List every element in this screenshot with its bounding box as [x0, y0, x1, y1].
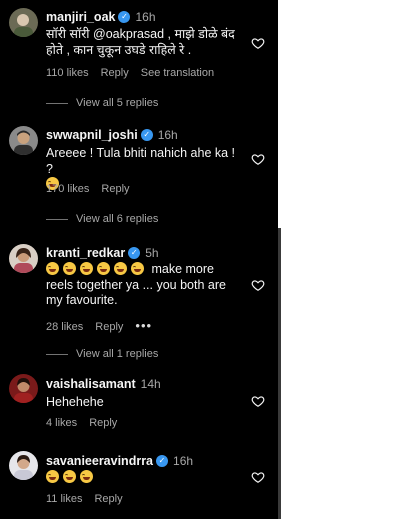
comment-text: [46, 470, 242, 486]
view-replies-label: View all 1 replies: [76, 348, 159, 360]
see-translation-button[interactable]: See translation: [141, 67, 214, 79]
verified-badge-icon: ✓: [118, 10, 131, 23]
grinning-squinting-face-emoji: [63, 470, 76, 484]
comment-text-part: make more: [151, 262, 215, 276]
comment-meta: 110 likes Reply See translation: [46, 67, 226, 79]
grinning-squinting-face-emoji: [80, 262, 93, 276]
replies-divider: [46, 218, 68, 220]
view-replies-button[interactable]: View all 1 replies: [46, 348, 158, 360]
username[interactable]: savanieeravindrra: [46, 454, 153, 468]
avatar[interactable]: [9, 244, 38, 273]
comment-text-line: Hehehehe: [46, 395, 104, 409]
comment-meta: 11 likes Reply: [46, 493, 135, 505]
username[interactable]: swwapnil_joshi: [46, 128, 138, 142]
comment-header: manjiri_oak ✓ 16h: [46, 10, 156, 24]
reply-button[interactable]: Reply: [89, 417, 117, 429]
reply-button[interactable]: Reply: [101, 183, 129, 195]
grinning-squinting-face-emoji: [46, 470, 59, 484]
verified-badge-icon: ✓: [128, 246, 141, 259]
comment-header: kranti_redkar ✓ 5h: [46, 246, 159, 260]
view-replies-label: View all 5 replies: [76, 97, 159, 109]
comment-meta: 4 likes Reply: [46, 417, 129, 429]
comment-text: Hehehehe: [46, 395, 242, 411]
comment-text-line: make more: [46, 262, 242, 278]
timestamp[interactable]: 16h: [158, 128, 178, 142]
like-count[interactable]: 170 likes: [46, 183, 89, 195]
grinning-squinting-face-emoji: [80, 470, 93, 484]
view-replies-button[interactable]: View all 5 replies: [46, 97, 158, 109]
emoji-row: [46, 470, 242, 486]
timestamp[interactable]: 16h: [135, 10, 155, 24]
comment-text-line: my favourite.: [46, 293, 118, 307]
comment-text-line: सॉरी सॉरी @oakprasad , माझे डोळे बंद: [46, 27, 235, 41]
timestamp[interactable]: 5h: [145, 246, 158, 260]
comment-text: सॉरी सॉरी @oakprasad , माझे डोळे बंद होत…: [46, 27, 242, 58]
heart-outline-icon[interactable]: [251, 470, 265, 484]
scrollbar[interactable]: [278, 228, 281, 519]
view-replies-button[interactable]: View all 6 replies: [46, 213, 158, 225]
username[interactable]: kranti_redkar: [46, 246, 125, 260]
avatar[interactable]: [9, 451, 38, 480]
comments-panel: manjiri_oak ✓ 16h सॉरी सॉरी @oakprasad , म…: [0, 0, 278, 519]
grinning-squinting-face-emoji: [97, 262, 110, 276]
timestamp[interactable]: 14h: [141, 377, 161, 391]
comment-text-line: होते , कान चुकून उघडे राहिले रे .: [46, 42, 192, 57]
avatar[interactable]: [9, 374, 38, 403]
view-replies-label: View all 6 replies: [76, 213, 159, 225]
grinning-squinting-face-emoji: [46, 262, 59, 276]
avatar[interactable]: [9, 126, 38, 155]
heart-outline-icon[interactable]: [251, 278, 265, 292]
comment-meta: 170 likes Reply: [46, 183, 142, 195]
comment-header: vaishalisamant 14h: [46, 377, 161, 391]
reply-button[interactable]: Reply: [95, 321, 123, 333]
comment-header: swwapnil_joshi ✓ 16h: [46, 128, 178, 142]
replies-divider: [46, 102, 68, 104]
verified-badge-icon: ✓: [156, 454, 169, 467]
like-count[interactable]: 4 likes: [46, 417, 77, 429]
grinning-squinting-face-emoji: [63, 262, 76, 276]
reply-button[interactable]: Reply: [94, 493, 122, 505]
heart-outline-icon[interactable]: [251, 394, 265, 408]
comment-meta: 28 likes Reply •••: [46, 318, 164, 333]
timestamp[interactable]: 16h: [173, 454, 193, 468]
like-count[interactable]: 110 likes: [46, 67, 89, 79]
avatar[interactable]: [9, 8, 38, 37]
like-count[interactable]: 28 likes: [46, 321, 83, 333]
comment-text-line: reels together ya ... you both are: [46, 277, 226, 292]
replies-divider: [46, 353, 68, 355]
heart-outline-icon[interactable]: [251, 152, 265, 166]
verified-badge-icon: ✓: [140, 128, 153, 141]
heart-outline-icon[interactable]: [251, 36, 265, 50]
comment-text: make more reels together ya ... you both…: [46, 262, 242, 309]
reply-button[interactable]: Reply: [101, 67, 129, 79]
more-options-icon[interactable]: •••: [135, 318, 152, 333]
comment-text-line: Areeee ! Tula bhiti nahich ahe ka ! ?: [46, 146, 236, 176]
username[interactable]: manjiri_oak: [46, 10, 115, 24]
comment-header: savanieeravindrra ✓ 16h: [46, 454, 193, 468]
username[interactable]: vaishalisamant: [46, 377, 136, 391]
grinning-squinting-face-emoji: [131, 262, 144, 276]
like-count[interactable]: 11 likes: [46, 493, 82, 505]
grinning-squinting-face-emoji: [114, 262, 127, 276]
